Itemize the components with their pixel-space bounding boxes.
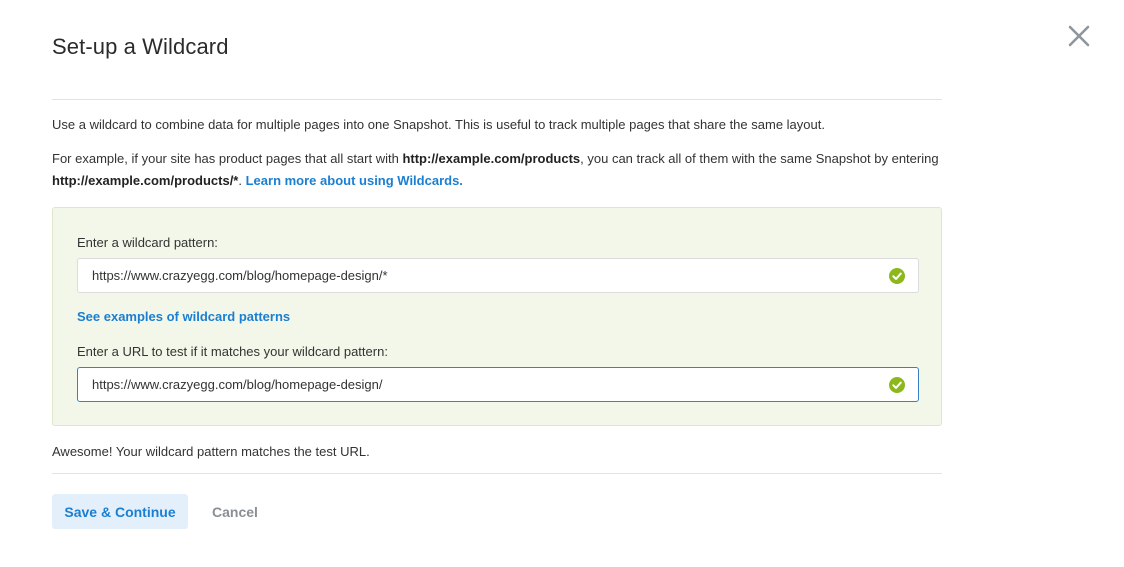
wildcard-panel: Enter a wildcard pattern: See examples o… bbox=[52, 207, 942, 426]
wildcard-pattern-input[interactable] bbox=[78, 259, 882, 292]
check-circle-icon bbox=[889, 268, 905, 284]
example-text: For example, if your site has product pa… bbox=[52, 148, 952, 192]
see-examples-link[interactable]: See examples of wildcard patterns bbox=[77, 309, 290, 324]
test-url-field bbox=[77, 367, 919, 402]
example-prefix: For example, if your site has product pa… bbox=[52, 151, 403, 166]
pattern-label: Enter a wildcard pattern: bbox=[77, 235, 218, 250]
close-icon bbox=[1068, 25, 1090, 47]
test-url-input[interactable] bbox=[78, 368, 882, 401]
example-middle: , you can track all of them with the sam… bbox=[580, 151, 939, 166]
intro-text: Use a wildcard to combine data for multi… bbox=[52, 117, 825, 132]
header-divider bbox=[52, 99, 942, 100]
wildcard-dialog: Set-up a Wildcard Use a wildcard to comb… bbox=[0, 0, 1124, 567]
match-status-message: Awesome! Your wildcard pattern matches t… bbox=[52, 444, 370, 459]
cancel-button[interactable]: Cancel bbox=[203, 494, 267, 529]
pattern-field bbox=[77, 258, 919, 293]
save-continue-button[interactable]: Save & Continue bbox=[52, 494, 188, 529]
close-button[interactable] bbox=[1066, 23, 1092, 49]
example-url: http://example.com/products bbox=[402, 151, 581, 166]
dialog-title: Set-up a Wildcard bbox=[52, 34, 229, 59]
footer-divider bbox=[52, 473, 942, 474]
example-pattern: http://example.com/products/* bbox=[52, 173, 239, 188]
test-url-label: Enter a URL to test if it matches your w… bbox=[77, 344, 388, 359]
learn-more-link[interactable]: Learn more about using Wildcards. bbox=[246, 173, 463, 188]
example-after: . bbox=[238, 173, 246, 188]
check-circle-icon bbox=[889, 377, 905, 393]
